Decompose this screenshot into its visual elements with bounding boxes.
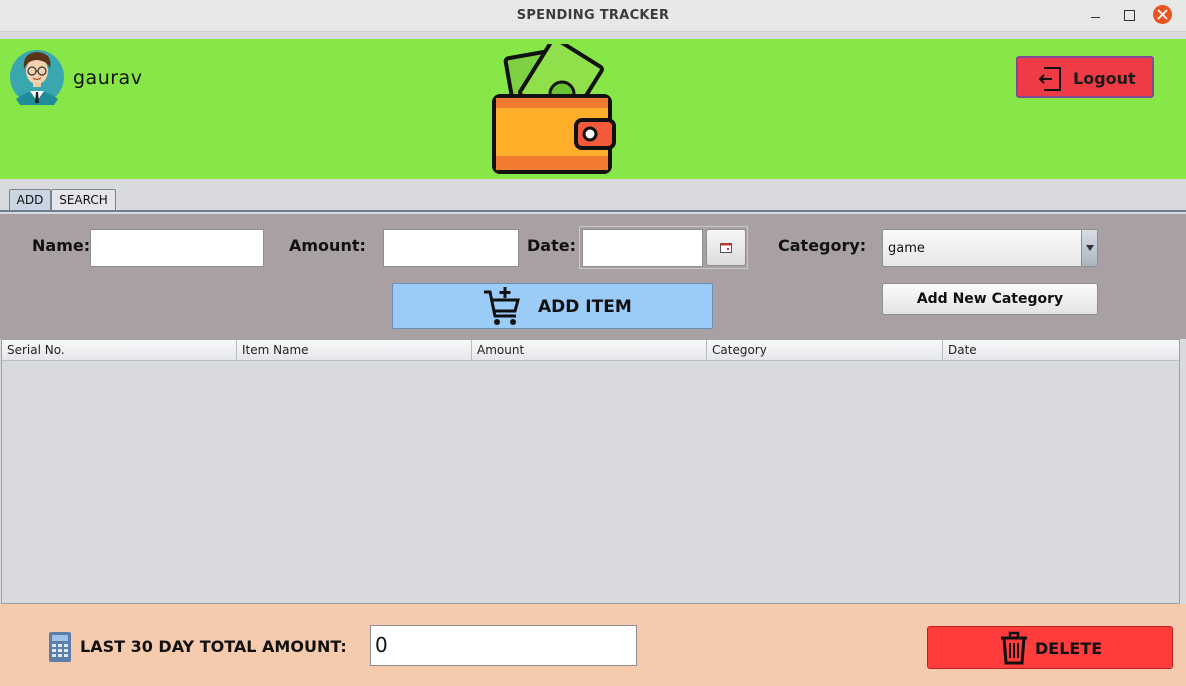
tab-add[interactable]: ADD (9, 189, 51, 210)
column-header-category[interactable]: Category (707, 340, 943, 361)
add-new-category-button[interactable]: Add New Category (882, 283, 1098, 315)
total-amount-field: 0 (370, 625, 637, 666)
category-selected-value: game (888, 241, 925, 256)
tab-strip (0, 179, 1186, 213)
logout-icon (1038, 67, 1061, 91)
window-titlebar: SPENDING TRACKER (0, 0, 1186, 32)
tab-search[interactable]: SEARCH (51, 189, 116, 210)
column-header-amount[interactable]: Amount (472, 340, 707, 361)
wallet-logo-icon (492, 44, 616, 174)
trash-icon (1001, 631, 1027, 665)
close-button[interactable] (1153, 5, 1172, 24)
category-select[interactable]: game (882, 229, 1098, 267)
table-header: Serial No. Item Name Amount Category Dat… (2, 340, 1179, 361)
logout-label: Logout (1073, 69, 1136, 88)
add-to-cart-icon (484, 287, 520, 325)
chevron-down-icon[interactable] (1081, 230, 1097, 266)
delete-label: DELETE (1035, 639, 1103, 658)
calculator-icon (49, 632, 71, 662)
amount-input[interactable] (383, 229, 519, 267)
amount-label: Amount: (289, 236, 366, 255)
add-item-label: ADD ITEM (538, 297, 632, 317)
column-header-item-name[interactable]: Item Name (237, 340, 472, 361)
add-item-button[interactable]: ADD ITEM (392, 283, 713, 329)
column-header-serial[interactable]: Serial No. (2, 340, 237, 361)
items-table[interactable]: Serial No. Item Name Amount Category Dat… (1, 339, 1180, 604)
minimize-button[interactable] (1086, 6, 1106, 26)
delete-button[interactable]: DELETE (927, 626, 1173, 669)
user-avatar-icon (10, 50, 64, 105)
column-header-date[interactable]: Date (943, 340, 1179, 361)
date-input[interactable] (582, 229, 703, 267)
name-input[interactable] (90, 229, 264, 267)
close-icon (1157, 9, 1168, 20)
total-amount-label: LAST 30 DAY TOTAL AMOUNT: (80, 637, 347, 656)
date-label: Date: (527, 236, 576, 255)
username-label: gaurav (73, 67, 143, 89)
maximize-button[interactable] (1119, 6, 1139, 26)
name-label: Name: (32, 236, 91, 255)
calendar-icon (720, 243, 732, 253)
window-title: SPENDING TRACKER (516, 8, 670, 23)
tab-divider (0, 210, 1186, 212)
category-label: Category: (778, 236, 867, 255)
date-picker-button[interactable] (706, 229, 746, 266)
logout-button[interactable]: Logout (1016, 56, 1154, 98)
